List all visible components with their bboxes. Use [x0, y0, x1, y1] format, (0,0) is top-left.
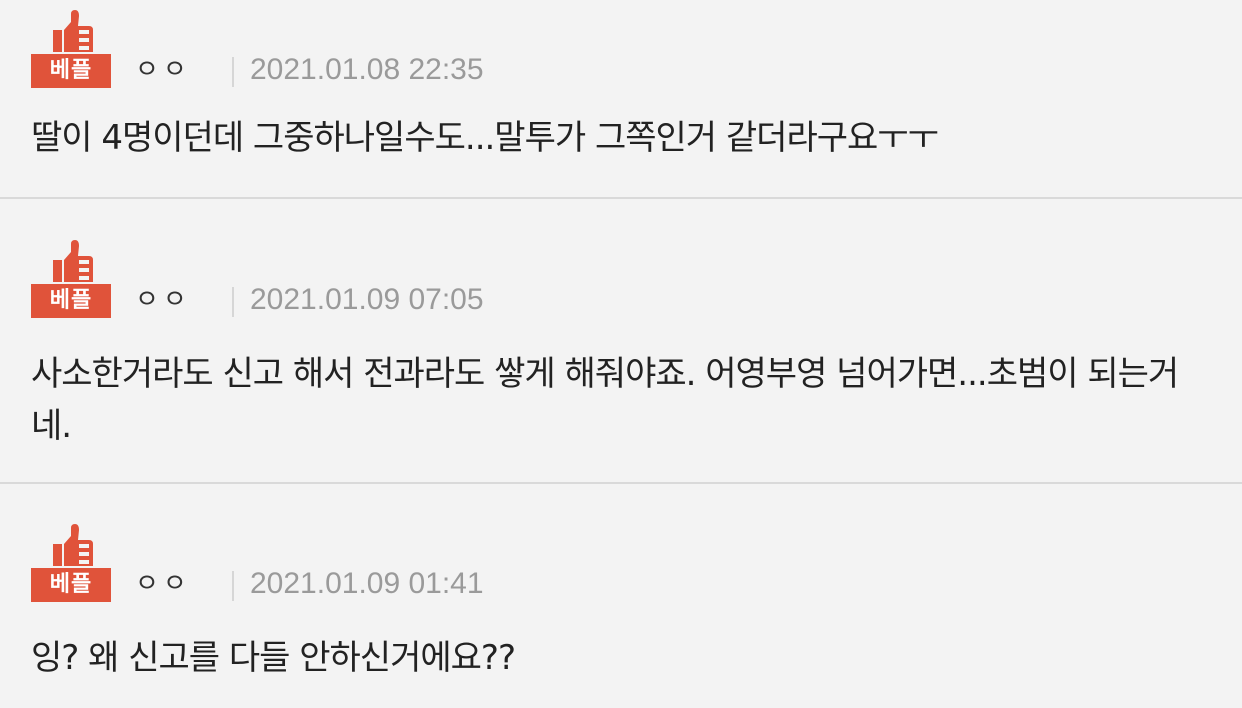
meta-separator — [232, 57, 234, 87]
comment-meta: 베플 ㅇㅇ 2021.01.09 01:41 — [31, 522, 931, 602]
author-name[interactable]: ㅇㅇ — [135, 564, 191, 604]
author-name[interactable]: ㅇㅇ — [135, 280, 191, 320]
comment-text: 사소한거라도 신고 해서 전과라도 쌓게 해줘야죠. 어영부영 넘어가면...초… — [31, 354, 1179, 446]
divider — [0, 482, 1242, 484]
meta-separator — [232, 571, 234, 601]
comment-date: 2021.01.09 07:05 — [250, 283, 484, 316]
comment-text: 잉? 왜 신고를 다들 안하신거에요?? — [31, 638, 516, 678]
comment-text: 딸이 4명이던데 그중하나일수도...말투가 그쪽인거 같더라구요ㅜㅜ — [31, 118, 939, 158]
badge-label: 베플 — [49, 58, 93, 83]
badge-label: 베플 — [49, 288, 93, 313]
author-name[interactable]: ㅇㅇ — [135, 50, 191, 90]
meta-separator — [232, 287, 234, 317]
best-reply-badge: 베플 — [31, 522, 111, 602]
best-reply-badge: 베플 — [31, 238, 111, 318]
divider — [0, 197, 1242, 199]
badge-label: 베플 — [49, 572, 93, 597]
comment-date: 2021.01.08 22:35 — [250, 53, 484, 86]
comment-date: 2021.01.09 01:41 — [250, 567, 484, 600]
comment-meta: 베플 ㅇㅇ 2021.01.08 22:35 — [31, 8, 931, 88]
comment-meta: 베플 ㅇㅇ 2021.01.09 07:05 — [31, 238, 931, 318]
best-reply-badge: 베플 — [31, 8, 111, 88]
